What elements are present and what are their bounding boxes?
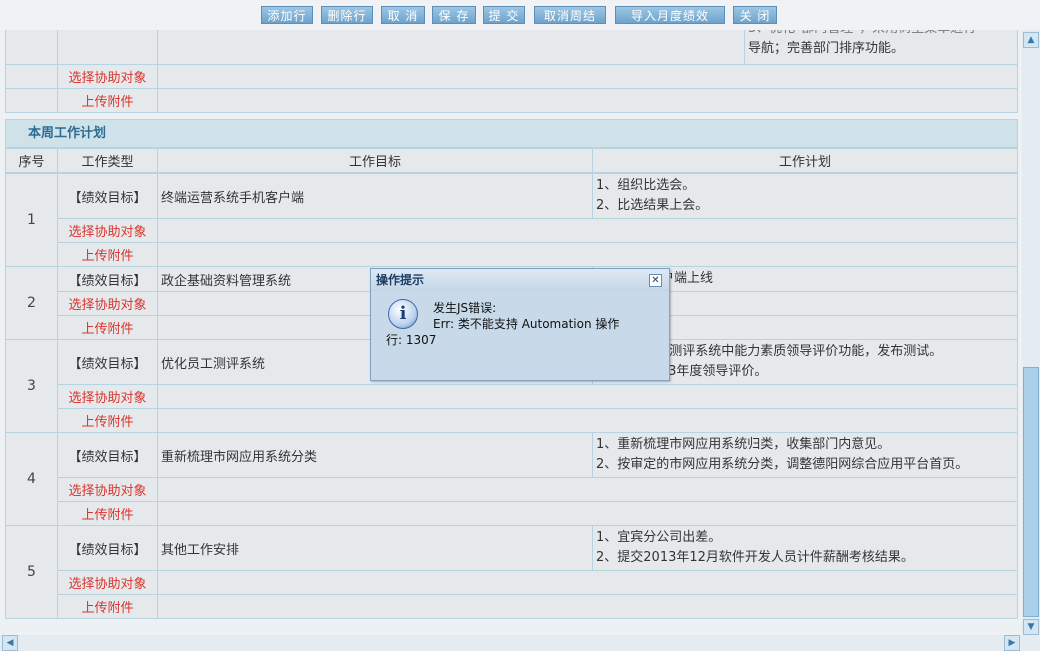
table-row: 5 【绩效目标】 其他工作安排 1、宜宾分公司出差。 2、提交2013年12月软件开发人… [5, 525, 1018, 619]
work-type: 【绩效目标】 [57, 525, 158, 571]
select-assist-link[interactable]: 选择协助对象 [57, 218, 158, 243]
upload-attachment-link[interactable]: 上传附件 [57, 242, 158, 267]
table-row: 上传附件 [6, 242, 1018, 267]
table-row: 上传附件 [6, 408, 1018, 433]
work-plan: 1、组织比选会。 2、比选结果上会。 [592, 173, 1018, 219]
attachment-value-cell [157, 242, 1018, 267]
table-row: 上传附件 [6, 501, 1018, 526]
attachment-value-cell [157, 594, 1018, 619]
work-plan: 1、宜宾分公司出差。 2、提交2013年12月软件开发人员计件薪酬考核结果。 [592, 525, 1018, 571]
dialog-title: 操作提示 [371, 269, 669, 291]
work-goal: 重新梳理市网应用系统分类 [157, 432, 593, 478]
section-title: 本周工作计划 [5, 119, 1018, 148]
work-type: 【绩效目标】 [57, 266, 158, 292]
work-plan-line: 1、组织比选会。 [596, 178, 696, 193]
row-index: 5 [5, 525, 58, 619]
assist-value-cell [157, 570, 1018, 595]
select-assist-link[interactable]: 选择协助对象 [57, 64, 158, 89]
row-index: 2 [5, 266, 58, 340]
table-row: 上传附件 [6, 594, 1018, 619]
dialog-message-line: 发生JS错误: [433, 301, 497, 315]
delete-row-button[interactable]: 删除行 [321, 6, 373, 24]
close-button[interactable]: 关 闭 [733, 6, 777, 24]
cancel-weekly-button[interactable]: 取消周结 [534, 6, 606, 24]
work-plan: 1、重新梳理市网应用系统归类，收集部门内意见。 2、按审定的市网应用系统分类，调整… [592, 432, 1018, 478]
table-row: 选择协助对象 [6, 570, 1018, 595]
header-type: 工作类型 [57, 148, 158, 173]
row-index: 4 [5, 432, 58, 526]
upload-attachment-link[interactable]: 上传附件 [57, 315, 158, 340]
close-icon[interactable]: ✕ [649, 274, 662, 287]
work-type: 【绩效目标】 [57, 339, 158, 385]
upload-attachment-link[interactable]: 上传附件 [57, 594, 158, 619]
table-row: 4 【绩效目标】 重新梳理市网应用系统分类 1、重新梳理市网应用系统归类，收集部门内意… [5, 432, 1018, 526]
dialog-message-line: Err: 类不能支持 Automation 操作 [433, 317, 620, 331]
scroll-down-icon[interactable]: ▼ [1023, 619, 1039, 635]
upload-attachment-link[interactable]: 上传附件 [57, 501, 158, 526]
work-type: 【绩效目标】 [57, 173, 158, 219]
work-plan-line: 1、宜宾分公司出差。 [596, 530, 722, 545]
select-assist-link[interactable]: 选择协助对象 [57, 384, 158, 409]
upload-attachment-link[interactable]: 上传附件 [57, 408, 158, 433]
dialog-message-line: 行: 1307 [386, 333, 437, 347]
scroll-up-icon[interactable]: ▲ [1023, 32, 1039, 48]
prev-idx-cell [5, 64, 58, 89]
add-row-button[interactable]: 添加行 [261, 6, 313, 24]
cancel-button[interactable]: 取 消 [381, 6, 425, 24]
work-goal: 其他工作安排 [157, 525, 593, 571]
prev-plan-line: 导航；完善部门排序功能。 [748, 41, 905, 56]
attachment-value-cell [157, 501, 1018, 526]
work-plan-line: 2、按审定的市网应用系统分类，调整德阳网综合应用平台首页。 [596, 457, 969, 472]
weekly-plan-rows: 1 【绩效目标】 终端运营系统手机客户端 1、组织比选会。 2、比选结果上会。 选择协助对… [5, 173, 1018, 619]
work-plan-line: 1、重新梳理市网应用系统归类，收集部门内意见。 [596, 437, 891, 452]
header-index: 序号 [5, 148, 58, 173]
save-button[interactable]: 保 存 [432, 6, 476, 24]
alert-dialog: 操作提示 ✕ i 发生JS错误: Err: 类不能支持 Automation 操… [370, 268, 670, 381]
submit-button[interactable]: 提 交 [483, 6, 525, 24]
work-plan-line: 2、提交2013年12月软件开发人员计件薪酬考核结果。 [596, 550, 914, 565]
table-row: 选择协助对象 [6, 218, 1018, 243]
work-type: 【绩效目标】 [57, 432, 158, 478]
row-index: 3 [5, 339, 58, 433]
scroll-thumb[interactable] [1023, 367, 1039, 617]
work-goal: 终端运营系统手机客户端 [157, 173, 593, 219]
attachment-value-cell [157, 408, 1018, 433]
select-assist-link[interactable]: 选择协助对象 [57, 291, 158, 316]
assist-value-cell [157, 218, 1018, 243]
table-row: 1 【绩效目标】 终端运营系统手机客户端 1、组织比选会。 2、比选结果上会。 [5, 173, 1018, 267]
prev-idx-cell [5, 88, 58, 113]
header-plan: 工作计划 [592, 148, 1018, 173]
import-monthly-performance-button[interactable]: 导入月度绩效 [615, 6, 725, 24]
weekly-plan-table: 序号 工作类型 工作目标 工作计划 [5, 148, 1018, 173]
attachment-value-cell [157, 88, 1018, 113]
select-assist-link[interactable]: 选择协助对象 [57, 477, 158, 502]
assist-value-cell [157, 64, 1018, 89]
upload-attachment-link[interactable]: 上传附件 [57, 88, 158, 113]
info-icon: i [388, 299, 418, 329]
toolbar: 添加行 删除行 取 消 保 存 提 交 取消周结 导入月度绩效 关 闭 [0, 0, 1040, 30]
assist-value-cell [157, 477, 1018, 502]
horizontal-scrollbar[interactable]: ◀ ▶ [0, 635, 1022, 651]
scroll-right-icon[interactable]: ▶ [1004, 635, 1020, 651]
select-assist-link[interactable]: 选择协助对象 [57, 570, 158, 595]
vertical-scrollbar[interactable]: ▲ ▼ [1022, 30, 1040, 635]
header-goal: 工作目标 [157, 148, 593, 173]
work-plan-line: 2、比选结果上会。 [596, 198, 709, 213]
table-row: 选择协助对象 [6, 477, 1018, 502]
table-row: 选择协助对象 [6, 384, 1018, 409]
scroll-corner [1022, 635, 1040, 651]
assist-value-cell [157, 384, 1018, 409]
scroll-left-icon[interactable]: ◀ [2, 635, 18, 651]
row-index: 1 [5, 173, 58, 267]
